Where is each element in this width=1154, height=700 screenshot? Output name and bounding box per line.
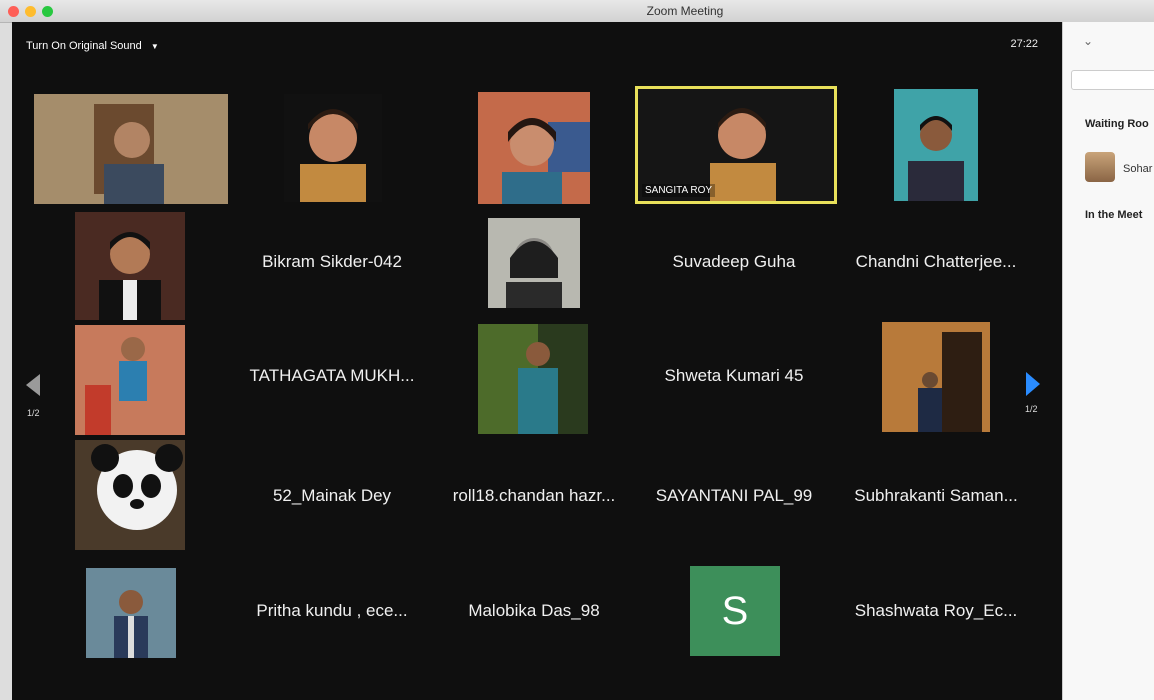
initial-avatar[interactable]: S [690,566,780,656]
meeting-timer: 27:22 [1010,38,1038,50]
active-speaker-name: SANGITA ROY [642,184,716,197]
window-titlebar: Zoom Meeting [0,0,1154,23]
participant-video[interactable] [894,89,978,201]
participant-video[interactable] [284,94,382,202]
waiting-room-heading: Waiting Roo [1085,118,1149,130]
participant-tile[interactable]: Shweta Kumari 45 [634,322,834,434]
participant-name: Pritha kundu , ece... [256,601,408,620]
participant-name: Bikram Sikder-042 [262,252,402,271]
person-video-icon [894,89,978,201]
participant-video[interactable] [488,218,580,308]
person-video-icon [488,218,580,308]
person-video-icon [284,94,382,202]
participant-tile[interactable]: Chandni Chatterjee... [836,208,1036,320]
participant-video[interactable] [75,212,185,320]
person-video-icon [75,212,185,320]
participant-tile[interactable]: roll18.chandan hazr... [434,442,634,554]
avatar [1085,152,1115,182]
participant-name: SAYANTANI PAL_99 [655,486,813,505]
person-video-icon [882,322,990,432]
chevron-down-icon: ▼ [150,42,159,51]
participant-name: Shweta Kumari 45 [664,366,804,385]
participant-video[interactable] [478,324,588,434]
original-sound-label: Turn On Original Sound [26,40,142,52]
participant-tile[interactable]: Subhrakanti Saman... [836,442,1036,554]
participant-name: Suvadeep Guha [672,252,796,271]
participant-video[interactable] [34,94,228,204]
participant-tile[interactable]: TATHAGATA MUKH... [232,322,432,434]
participant-tile[interactable]: Bikram Sikder-042 [232,208,432,320]
participant-video[interactable] [86,568,176,658]
gallery-view: Turn On Original Sound ▼ 27:22 SANGITA R… [12,22,1062,700]
panda-avatar-icon [75,440,185,550]
previous-page-arrow-icon[interactable] [26,374,40,396]
page-indicator-right: 1/2 [1025,404,1038,414]
participant-name: Chandni Chatterjee... [855,252,1017,271]
participant-video[interactable] [882,322,990,432]
participant-video[interactable] [478,92,590,204]
original-sound-toggle[interactable]: Turn On Original Sound ▼ [26,40,159,52]
participant-name: Shashwata Roy_Ec... [854,601,1018,620]
waiting-participant-name[interactable]: Sohar [1123,163,1152,175]
window-title: Zoom Meeting [646,4,724,18]
person-video-icon [34,94,228,204]
participants-panel: ⌄ Waiting Roo Sohar In the Meet [1062,22,1154,700]
page-indicator-left: 1/2 [27,408,40,418]
participant-name: Subhrakanti Saman... [854,486,1018,505]
participant-name: roll18.chandan hazr... [452,486,616,505]
participant-name: TATHAGATA MUKH... [249,366,415,385]
participant-video[interactable] [75,440,185,550]
participant-tile[interactable]: 52_Mainak Dey [232,442,432,554]
participant-tile[interactable]: Pritha kundu , ece... [232,557,432,669]
participant-tile[interactable]: SAYANTANI PAL_99 [634,442,834,554]
participant-video[interactable] [75,325,185,435]
participant-tile[interactable]: Shashwata Roy_Ec... [836,557,1036,669]
active-speaker-tile[interactable]: SANGITA ROY [635,86,837,204]
person-video-icon [75,325,185,435]
in-meeting-heading: In the Meet [1085,209,1143,221]
person-video-icon [86,568,176,658]
chevron-down-icon[interactable]: ⌄ [1083,34,1093,48]
participant-name: Malobika Das_98 [468,601,600,620]
participant-name: 52_Mainak Dey [272,486,392,505]
next-page-arrow-icon[interactable] [1026,372,1040,396]
participant-tile[interactable]: Malobika Das_98 [434,557,634,669]
person-video-icon [478,324,588,434]
person-video-icon [478,92,590,204]
participant-search-input[interactable] [1071,70,1154,90]
participant-tile[interactable]: Suvadeep Guha [634,208,834,320]
